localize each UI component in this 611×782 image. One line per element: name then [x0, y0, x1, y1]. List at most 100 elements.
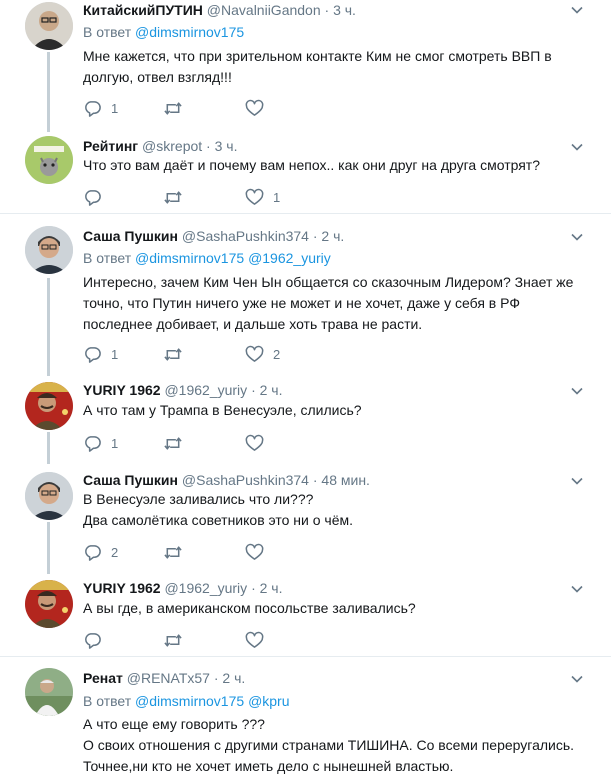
author-handle[interactable]: @RENATx57	[127, 670, 210, 686]
author-name[interactable]: Рейтинг	[83, 138, 138, 154]
retweet-icon	[164, 436, 182, 450]
retweet-button[interactable]	[163, 187, 192, 207]
timestamp[interactable]: · 3 ч.	[325, 2, 356, 18]
tweet-text: А что еще ему говорить ??? О своих отнош…	[83, 714, 583, 777]
author-name[interactable]: КитайскийПУТИН	[83, 2, 203, 18]
chevron-down-icon[interactable]	[571, 673, 583, 685]
tweet-text-line: А что там у Трампа в Венесуэле, слились?	[83, 402, 362, 418]
author-name[interactable]: Ренат	[83, 670, 123, 686]
tweet-text-line: В Венесуэле заливались что ли???	[83, 491, 314, 507]
author-handle[interactable]: @1962_yuriy	[164, 580, 247, 596]
heart-icon	[245, 434, 264, 451]
chevron-down-icon[interactable]	[571, 583, 583, 595]
avatar[interactable]	[25, 136, 73, 184]
reply-icon	[85, 189, 101, 206]
like-count: 2	[273, 346, 281, 362]
mention-link[interactable]: @dimsmirnov175	[135, 250, 244, 266]
avatar[interactable]	[25, 580, 73, 628]
timestamp[interactable]: · 2 ч.	[251, 382, 282, 398]
author-handle[interactable]: @skrepot	[142, 138, 202, 154]
reply-count: 2	[111, 544, 119, 560]
reply-icon	[85, 544, 101, 561]
tweet-text-line: долгую, отвел взгляд!!!	[83, 69, 232, 85]
reply-icon	[85, 632, 101, 649]
thread-line	[47, 522, 50, 574]
reply-button[interactable]: 2	[83, 542, 118, 562]
author-name[interactable]: YURIY 1962	[83, 382, 161, 398]
tweet-text-line: Мне кажется, что при зрительном контакте…	[83, 48, 552, 64]
timestamp[interactable]: · 2 ч.	[313, 228, 344, 244]
like-button[interactable]	[245, 542, 273, 562]
like-button[interactable]	[245, 433, 273, 453]
retweet-button[interactable]	[163, 344, 192, 364]
reply-icon	[85, 435, 101, 452]
retweet-button[interactable]	[163, 630, 192, 650]
mention-link[interactable]: @dimsmirnov175	[135, 24, 244, 40]
reply-button[interactable]: 1	[83, 98, 118, 118]
tweet-text: Что это вам даёт и почему вам непох.. ка…	[83, 155, 583, 176]
like-button[interactable]: 1	[245, 187, 280, 207]
avatar[interactable]	[25, 2, 73, 50]
mention-link[interactable]: @dimsmirnov175	[135, 693, 244, 709]
like-button[interactable]	[245, 630, 273, 650]
chevron-down-icon[interactable]	[571, 475, 583, 487]
retweet-icon	[164, 633, 182, 647]
heart-icon	[245, 99, 264, 116]
reply-button[interactable]: 1	[83, 344, 118, 364]
reply-to-label: В ответ	[83, 250, 132, 266]
divider	[0, 656, 611, 657]
tweet-text-line: Что это вам даёт и почему вам непох.. ка…	[83, 157, 541, 173]
tweet-text: А что там у Трампа в Венесуэле, слились?	[83, 400, 583, 421]
tweet-text-line: Точнее,ни кто не хочет иметь дело с ныне…	[83, 758, 454, 774]
author-handle[interactable]: @NavalniiGandon	[207, 2, 321, 18]
tweet-text-line: последнее добивает, и дальше хоть трава …	[83, 316, 423, 332]
retweet-button[interactable]	[163, 433, 192, 453]
reply-button[interactable]: 1	[83, 433, 118, 453]
like-button[interactable]	[245, 98, 273, 118]
mention-link[interactable]: @1962_yuriy	[248, 250, 331, 266]
author-handle[interactable]: @SashaPushkin374	[182, 472, 309, 488]
tweet-text: А вы где, в американском посольстве зали…	[83, 598, 583, 619]
heart-icon	[245, 631, 264, 648]
reply-button[interactable]	[83, 187, 111, 207]
chevron-down-icon[interactable]	[571, 4, 583, 16]
tweet-text-line: О своих отношения с другими странами ТИШ…	[83, 737, 575, 753]
timestamp[interactable]: · 2 ч.	[214, 670, 245, 686]
mention-link[interactable]: @kpru	[248, 693, 289, 709]
author-name[interactable]: YURIY 1962	[83, 580, 161, 596]
reply-icon	[85, 346, 101, 363]
avatar[interactable]	[25, 668, 73, 716]
reply-to-label: В ответ	[83, 24, 132, 40]
retweet-button[interactable]	[163, 542, 192, 562]
reply-button[interactable]	[83, 630, 111, 650]
retweet-icon	[164, 101, 182, 115]
author-handle[interactable]: @SashaPushkin374	[182, 228, 309, 244]
author-handle[interactable]: @1962_yuriy	[164, 382, 247, 398]
retweet-icon	[164, 347, 182, 361]
tweet-text-line: А что еще ему говорить ???	[83, 716, 265, 732]
heart-icon	[245, 345, 264, 362]
timestamp[interactable]: · 48 мин.	[313, 472, 370, 488]
thread-line	[47, 432, 50, 464]
avatar[interactable]	[25, 226, 73, 274]
chevron-down-icon[interactable]	[571, 141, 583, 153]
reply-count: 1	[111, 435, 119, 451]
like-button[interactable]: 2	[245, 344, 280, 364]
avatar[interactable]	[25, 472, 73, 520]
like-count: 1	[273, 189, 281, 205]
avatar[interactable]	[25, 382, 73, 430]
divider	[0, 213, 611, 214]
reply-icon	[85, 100, 101, 117]
retweet-icon	[164, 190, 182, 204]
thread-line	[47, 278, 50, 376]
author-name[interactable]: Саша Пушкин	[83, 228, 178, 244]
tweet-text-line: Два самолётика советников это ни о чём.	[83, 512, 354, 528]
chevron-down-icon[interactable]	[571, 385, 583, 397]
chevron-down-icon[interactable]	[571, 231, 583, 243]
retweet-button[interactable]	[163, 98, 192, 118]
reply-to-label: В ответ	[83, 693, 132, 709]
author-name[interactable]: Саша Пушкин	[83, 472, 178, 488]
timestamp[interactable]: · 2 ч.	[251, 580, 282, 596]
timestamp[interactable]: · 3 ч.	[206, 138, 237, 154]
reply-count: 1	[111, 346, 119, 362]
